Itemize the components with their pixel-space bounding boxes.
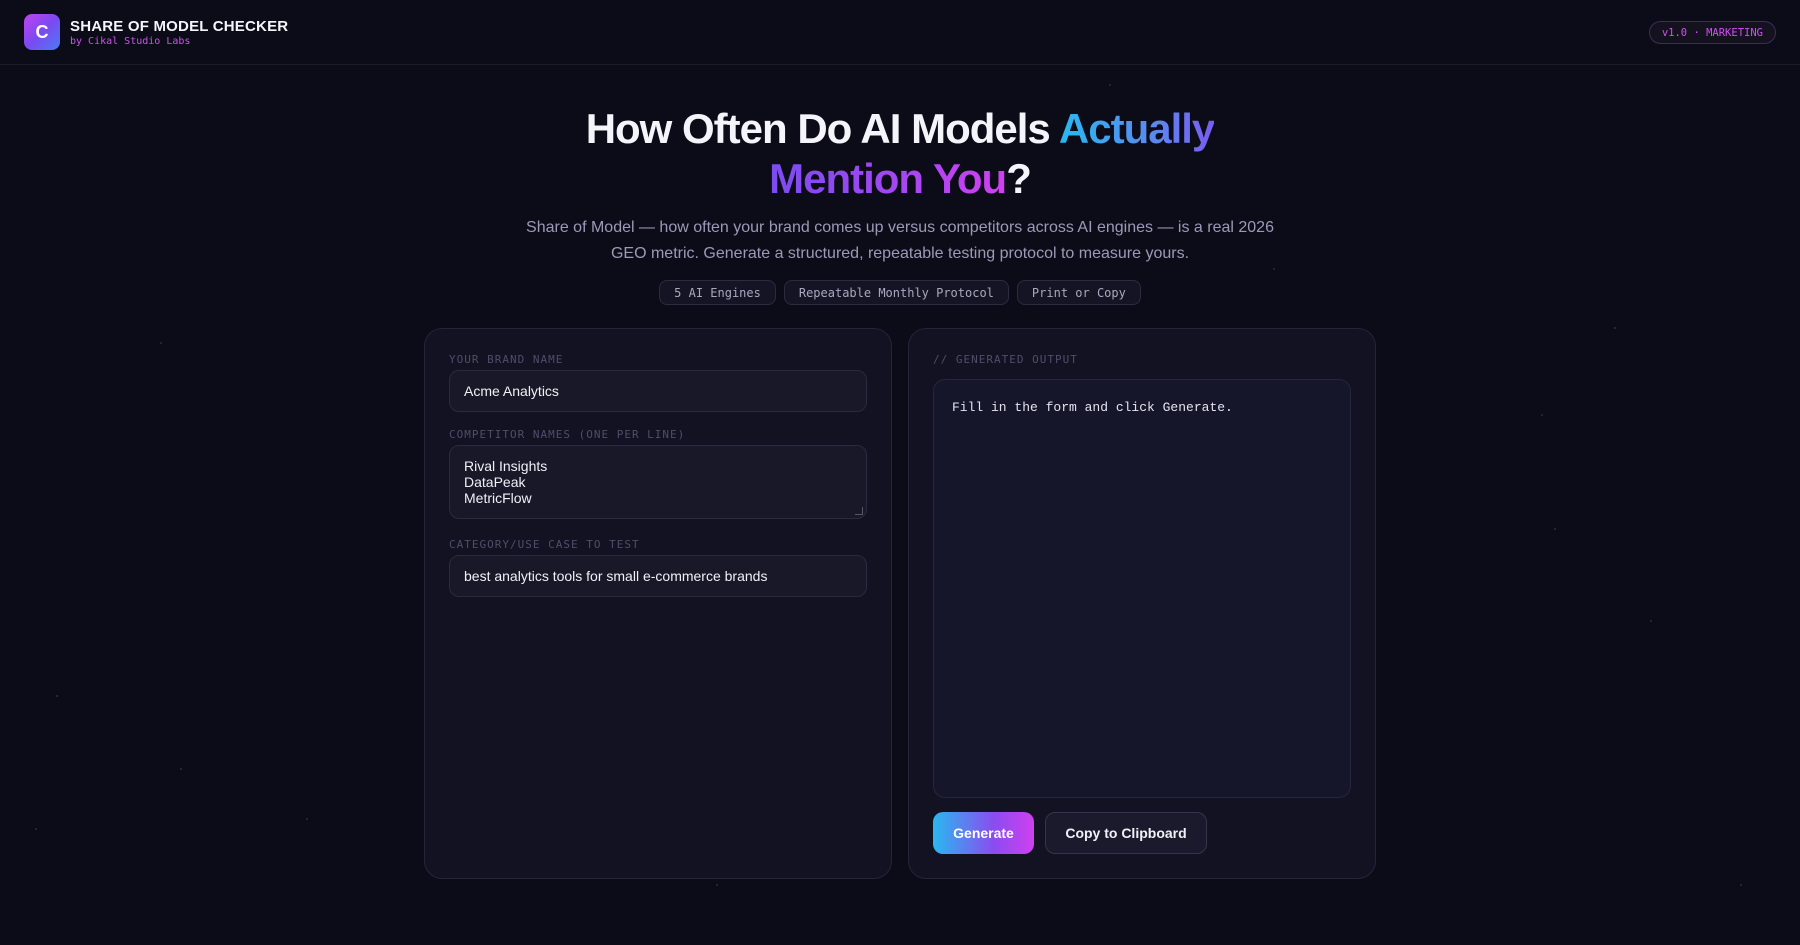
category-input[interactable]: best analytics tools for small e-commerc… [449, 555, 867, 597]
version-badge: v1.0 · MARKETING [1648, 21, 1776, 44]
competitor-line: DataPeak [464, 474, 526, 490]
brand-name-label: YOUR BRAND NAME [449, 353, 564, 366]
top-bar: C SHARE OF MODEL CHECKER by Cikal Studio… [0, 0, 1800, 65]
chip-monthly-protocol: Repeatable Monthly Protocol [783, 280, 1009, 305]
generated-output-label: // GENERATED OUTPUT [933, 353, 1078, 366]
generated-output-box[interactable]: Fill in the form and click Generate. [933, 379, 1351, 798]
competitor-line: MetricFlow [464, 490, 532, 506]
resize-handle-icon[interactable] [855, 507, 863, 515]
output-placeholder-text: Fill in the form and click Generate. [952, 400, 1233, 415]
output-panel: // GENERATED OUTPUT Fill in the form and… [908, 328, 1376, 879]
hero-title: How Often Do AI Models Actually Mention … [0, 104, 1800, 204]
app-title: SHARE OF MODEL CHECKER [70, 18, 289, 35]
input-form-panel: YOUR BRAND NAME Acme Analytics COMPETITO… [424, 328, 892, 879]
competitor-names-label: COMPETITOR NAMES (ONE PER LINE) [449, 428, 686, 441]
generate-button[interactable]: Generate [933, 812, 1034, 854]
hero-title-text: How Often Do AI Models [585, 105, 1059, 152]
hero-title-highlight-actually: Actually [1058, 105, 1215, 152]
category-label: CATEGORY/USE CASE TO TEST [449, 538, 640, 551]
hero-description: Share of Model — how often your brand co… [526, 219, 1274, 262]
competitor-line: Rival Insights [464, 458, 548, 474]
app-logo: C [24, 14, 60, 50]
copy-to-clipboard-button[interactable]: Copy to Clipboard [1045, 812, 1207, 854]
chip-print-copy: Print or Copy [1016, 280, 1141, 305]
brand-name-input[interactable]: Acme Analytics [449, 370, 867, 412]
hero-title-question-mark: ? [1006, 155, 1032, 202]
competitor-names-textarea[interactable]: Rival Insights DataPeak MetricFlow [449, 445, 867, 519]
chip-ai-engines: 5 AI Engines [659, 280, 776, 305]
hero-title-highlight-mention: Mention You [769, 155, 1007, 202]
app-subtitle: by Cikal Studio Labs [70, 36, 191, 47]
feature-chips: 5 AI Engines Repeatable Monthly Protocol… [0, 280, 1800, 305]
